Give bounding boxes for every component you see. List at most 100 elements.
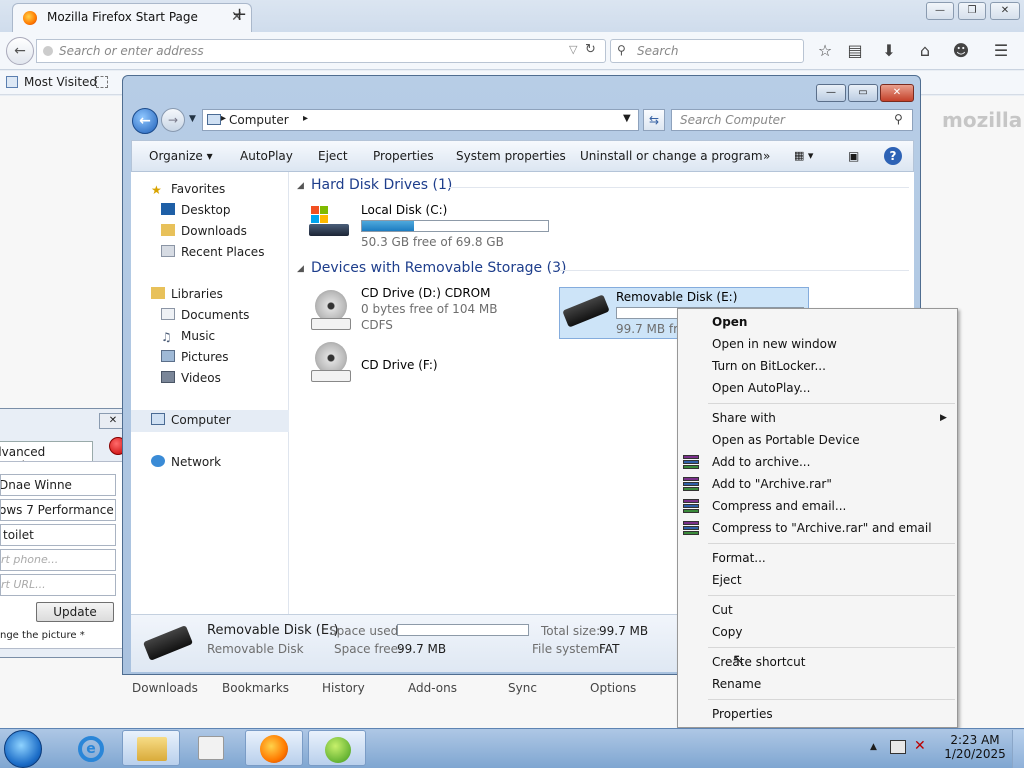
volume-muted-icon[interactable]: ✕	[914, 738, 926, 754]
taskbar-firefox[interactable]	[245, 730, 303, 766]
show-hidden-icons-icon[interactable]: ▲	[870, 742, 877, 752]
cd-drive-f-icon[interactable]	[311, 342, 351, 384]
breadcrumb-arrow-icon[interactable]: ▸	[303, 113, 308, 124]
taskbar-internet-explorer[interactable]: e	[62, 730, 120, 766]
explorer-maximize-button[interactable]: ▭	[848, 84, 878, 102]
refresh-icon[interactable]: ⇆	[643, 109, 665, 131]
url-bar[interactable]: Search or enter address ▽ ↻	[36, 39, 606, 63]
menu-rename[interactable]: Rename	[712, 677, 761, 691]
local-disk-name[interactable]: Local Disk (C:)	[361, 203, 447, 217]
new-tab-icon[interactable]: +	[232, 4, 247, 25]
menu-share-with[interactable]: Share with	[712, 411, 776, 425]
menu-eject[interactable]: Eject	[712, 573, 742, 587]
nav-computer[interactable]: Computer	[151, 413, 231, 427]
menu-compress-and-email[interactable]: Compress and email...	[712, 499, 846, 513]
reload-icon[interactable]: ↻	[585, 42, 596, 57]
bookmark-most-visited[interactable]: Most Visited	[24, 75, 97, 89]
menu-format[interactable]: Format...	[712, 551, 766, 565]
launcher-addons[interactable]: Add-ons	[408, 681, 457, 695]
close-button[interactable]: ✕	[990, 2, 1020, 20]
nav-network[interactable]: Network	[151, 455, 221, 469]
menu-add-to-archive-rar[interactable]: Add to "Archive.rar"	[712, 477, 832, 491]
nav-music[interactable]: ♫ Music	[161, 329, 215, 344]
menu-copy[interactable]: Copy	[712, 625, 742, 639]
launcher-bookmarks[interactable]: Bookmarks	[222, 681, 289, 695]
downloads-icon[interactable]: ⬇	[878, 41, 900, 61]
menu-open-autoplay[interactable]: Open AutoPlay...	[712, 381, 810, 395]
back-arrow-icon[interactable]: ←	[132, 108, 158, 134]
menu-open-new-window[interactable]: Open in new window	[712, 337, 837, 351]
organize-button[interactable]: Organize ▾	[149, 149, 213, 163]
os-field[interactable]: ows 7 Performance Edi	[0, 499, 116, 521]
location-field[interactable]: toilet	[0, 524, 116, 546]
show-desktop-button[interactable]	[1012, 730, 1024, 768]
explorer-minimize-button[interactable]: —	[816, 84, 846, 102]
launcher-sync[interactable]: Sync	[508, 681, 537, 695]
search-box[interactable]: ⚲ Search	[610, 39, 804, 63]
launcher-downloads[interactable]: Downloads	[132, 681, 198, 695]
menu-cut[interactable]: Cut	[712, 603, 733, 617]
hard-disk-group-title[interactable]: Hard Disk Drives (1)	[311, 177, 452, 193]
cd-drive-d-icon[interactable]	[311, 290, 351, 332]
bookmark-star-icon[interactable]: ☆	[814, 41, 836, 61]
cd-drive-f-name[interactable]: CD Drive (F:)	[361, 358, 438, 372]
dropdown-icon[interactable]: ▽	[569, 43, 577, 56]
properties-button[interactable]: Properties	[373, 149, 434, 163]
launcher-history[interactable]: History	[322, 681, 365, 695]
menu-add-to-archive[interactable]: Add to archive...	[712, 455, 810, 469]
chat-icon[interactable]: ☻	[950, 41, 972, 61]
nav-favorites[interactable]: ★ Favorites	[151, 182, 225, 197]
nav-libraries[interactable]: Libraries	[151, 287, 223, 301]
removable-group-title[interactable]: Devices with Removable Storage (3)	[311, 260, 566, 276]
restore-button[interactable]: ❐	[958, 2, 986, 20]
explorer-close-button[interactable]: ✕	[880, 84, 914, 102]
bookmarks-menu-icon[interactable]: ▤	[844, 41, 866, 61]
address-bar[interactable]: ▸ Computer ▸ ▼	[202, 109, 639, 131]
update-button[interactable]: Update	[36, 602, 114, 622]
taskbar-clock[interactable]: 2:23 AM 1/20/2025	[944, 733, 1006, 761]
menu-icon[interactable]: ☰	[990, 41, 1012, 61]
autoplay-button[interactable]: AutoPlay	[240, 149, 293, 163]
explorer-search-input[interactable]: Search Computer ⚲	[671, 109, 913, 131]
address-dropdown-icon[interactable]: ▼	[623, 113, 631, 124]
firefox-tab[interactable]: Mozilla Firefox Start Page ✕	[12, 3, 252, 32]
nav-recent-places[interactable]: Recent Places	[161, 245, 264, 259]
phone-field[interactable]: rt phone...	[0, 549, 116, 571]
start-button[interactable]	[4, 730, 42, 768]
local-disk-icon[interactable]	[309, 206, 351, 240]
nav-downloads[interactable]: Downloads	[161, 224, 247, 238]
taskbar-app[interactable]	[308, 730, 366, 766]
nav-documents[interactable]: Documents	[161, 308, 249, 322]
breadcrumb-arrow-icon[interactable]: ▸	[221, 113, 226, 124]
help-icon[interactable]: ?	[884, 147, 902, 165]
system-properties-button[interactable]: System properties	[456, 149, 566, 163]
preview-pane-icon[interactable]: ▣	[848, 149, 859, 163]
cd-drive-d-name[interactable]: CD Drive (D:) CDROM	[361, 286, 490, 300]
menu-turn-on-bitlocker[interactable]: Turn on BitLocker...	[712, 359, 826, 373]
nav-videos[interactable]: Videos	[161, 371, 221, 385]
menu-create-shortcut[interactable]: Create shortcut	[712, 655, 805, 669]
view-options-icon[interactable]: ▦ ▾	[794, 149, 813, 162]
nav-pictures[interactable]: Pictures	[161, 350, 229, 364]
uninstall-program-button[interactable]: Uninstall or change a program	[580, 149, 763, 163]
eject-button[interactable]: Eject	[318, 149, 348, 163]
minimize-button[interactable]: —	[926, 2, 954, 20]
menu-compress-to-archive-email[interactable]: Compress to "Archive.rar" and email	[712, 521, 932, 535]
collapse-arrow-icon[interactable]: ◢	[297, 181, 304, 191]
collapse-arrow-icon[interactable]: ◢	[297, 264, 304, 274]
launcher-options[interactable]: Options	[590, 681, 636, 695]
menu-open[interactable]: Open	[712, 315, 747, 329]
more-commands-button[interactable]: »	[763, 149, 770, 163]
tab-advanced-options[interactable]: Advanced options	[0, 441, 93, 463]
name-field[interactable]: Dnae Winne	[0, 474, 116, 496]
home-icon[interactable]: ⌂	[914, 41, 936, 61]
url-field[interactable]: rt URL...	[0, 574, 116, 596]
menu-open-portable-device[interactable]: Open as Portable Device	[712, 433, 860, 447]
taskbar-explorer[interactable]	[122, 730, 180, 766]
network-tray-icon[interactable]	[890, 740, 906, 754]
recent-pages-icon[interactable]: ▼	[189, 114, 196, 124]
forward-arrow-icon[interactable]: →	[161, 108, 185, 132]
taskbar-media-player[interactable]	[182, 730, 240, 766]
menu-properties[interactable]: Properties	[712, 707, 773, 721]
nav-desktop[interactable]: Desktop	[161, 203, 231, 217]
